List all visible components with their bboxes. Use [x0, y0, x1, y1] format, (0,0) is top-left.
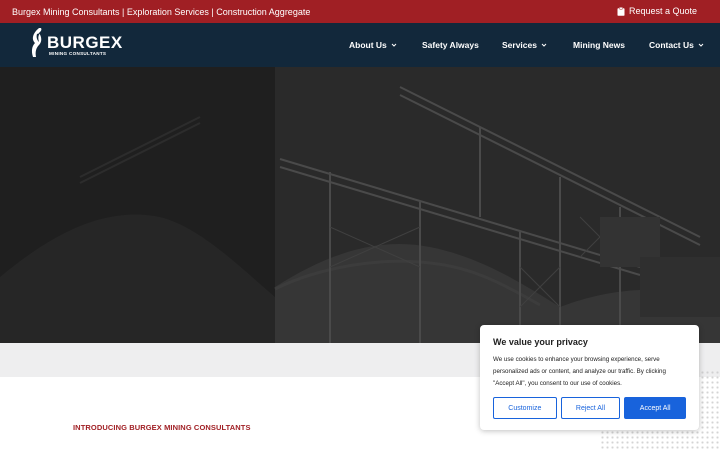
cookie-consent-dialog: We value your privacy We use cookies to …	[480, 325, 699, 430]
chevron-down-icon	[698, 43, 704, 47]
hero-image	[0, 67, 720, 343]
cookie-consent-title: We value your privacy	[493, 337, 588, 347]
cookie-consent-buttons: Customize Reject All Accept All	[493, 397, 686, 419]
request-quote-label: Request a Quote	[628, 6, 697, 16]
logo-mark-icon	[31, 28, 42, 57]
top-bar: Burgex Mining Consultants | Exploration …	[0, 0, 720, 23]
nav-mining-news[interactable]: Mining News	[573, 23, 625, 67]
request-quote-link[interactable]: Request a Quote	[617, 6, 697, 16]
top-bar-tagline: Burgex Mining Consultants | Exploration …	[12, 7, 311, 17]
cookie-consent-body: We use cookies to enhance your browsing …	[493, 356, 666, 387]
reject-all-button[interactable]: Reject All	[560, 397, 621, 419]
chevron-down-icon	[391, 43, 397, 47]
chevron-down-icon	[541, 43, 547, 47]
nav-about-us-label: About Us	[349, 40, 387, 50]
logo-wordmark: BURGEX	[47, 33, 123, 52]
nav-about-us[interactable]: About Us	[349, 23, 397, 67]
hero-conveyor-photo	[0, 67, 720, 343]
customize-button[interactable]: Customize	[493, 397, 557, 419]
nav-services[interactable]: Services	[502, 23, 547, 67]
intro-label: INTRODUCING BURGEX MINING CONSULTANTS	[73, 423, 251, 432]
nav-contact-us[interactable]: Contact Us	[649, 23, 704, 67]
accept-all-button[interactable]: Accept All	[624, 397, 686, 419]
burgex-logo[interactable]: BURGEX MINING CONSULTANTS	[27, 27, 127, 61]
nav-mining-news-label: Mining News	[573, 40, 625, 50]
nav-contact-us-label: Contact Us	[649, 40, 694, 50]
clipboard-icon	[617, 6, 625, 16]
nav-safety-always[interactable]: Safety Always	[422, 23, 479, 67]
nav-safety-always-label: Safety Always	[422, 40, 479, 50]
logo-subtitle: MINING CONSULTANTS	[49, 51, 107, 56]
nav-services-label: Services	[502, 40, 537, 50]
main-navbar: BURGEX MINING CONSULTANTS About Us Safet…	[0, 23, 720, 67]
